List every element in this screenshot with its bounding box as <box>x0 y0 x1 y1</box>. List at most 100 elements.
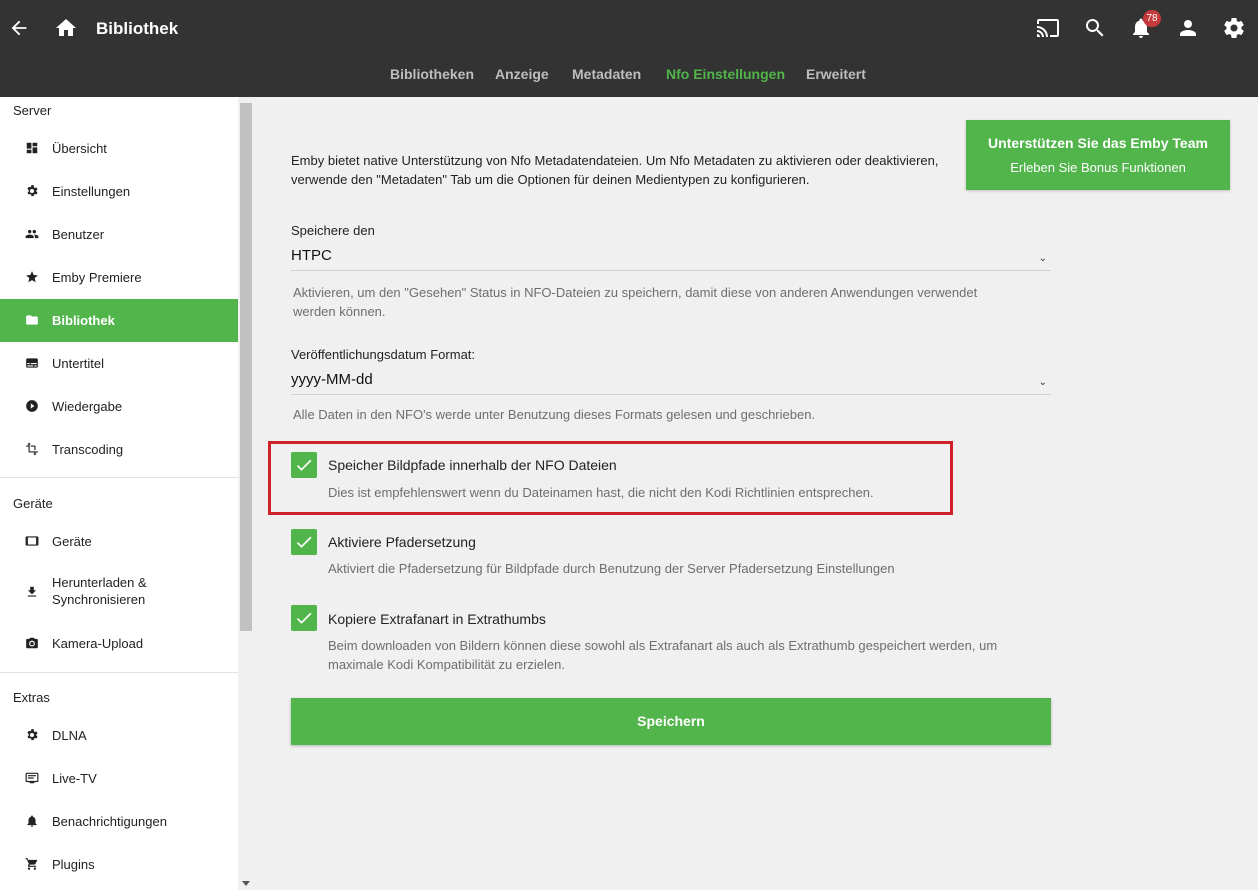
tab-bibliotheken[interactable]: Bibliotheken <box>390 66 474 82</box>
play-circle-icon <box>26 400 38 412</box>
header-toolbar: Bibliothek 78 <box>0 0 1258 58</box>
tab-metadaten[interactable]: Metadaten <box>572 66 641 82</box>
sidebar-section-extras: Extras <box>13 690 50 705</box>
support-emby-button[interactable]: Unterstützen Sie das Emby Team Erleben S… <box>966 120 1230 190</box>
bell-icon <box>27 815 37 827</box>
sidebar-item-label: Kamera-Upload <box>52 636 144 651</box>
camera-icon <box>26 637 38 649</box>
checkbox-description: Aktiviert die Pfadersetzung für Bildpfad… <box>328 561 895 576</box>
chevron-down-icon: ⌄ <box>1038 377 1047 388</box>
date-format-description: Alle Daten in den NFO's werde unter Benu… <box>293 407 816 422</box>
star-icon <box>26 271 38 283</box>
tab-erweitert[interactable]: Erweitert <box>806 66 866 82</box>
subtitles-icon <box>26 358 38 368</box>
sidebar-item-label: Benachrichtigungen <box>52 814 167 829</box>
save-for-value: HTPC <box>291 247 332 264</box>
sidebar-item-label: Geräte <box>52 534 92 549</box>
description-line: Aktivieren, um den "Gesehen" Status in N… <box>293 285 978 300</box>
checkbox-save-image-paths[interactable] <box>291 452 317 478</box>
folder-icon <box>26 315 38 325</box>
intro-line-1: Emby bietet native Unterstützung von Nfo… <box>291 153 939 168</box>
chevron-down-icon: ⌄ <box>1038 253 1047 264</box>
app-header: Bibliothek 78 Bibliotheken Anzeige Metad… <box>0 0 1258 97</box>
description-line: Beim downloaden von Bildern können diese… <box>328 638 998 653</box>
sidebar-item-einstellungen[interactable]: Einstellungen <box>0 170 238 213</box>
gear-icon[interactable] <box>1222 16 1246 40</box>
save-for-label: Speichere den <box>291 223 375 238</box>
sidebar-item-emby-premiere[interactable]: Emby Premiere <box>0 256 238 299</box>
back-arrow-icon[interactable] <box>8 16 30 40</box>
sidebar-item-benutzer[interactable]: Benutzer <box>0 213 238 256</box>
sidebar-section-server: Server <box>13 103 52 118</box>
checkbox-description: Beim downloaden von Bildern können diese… <box>328 636 1088 674</box>
sidebar-item-bibliothek[interactable]: Bibliothek <box>0 299 238 342</box>
home-icon[interactable] <box>54 16 78 40</box>
sidebar: Server Übersicht Einstellungen Benutzer … <box>0 97 238 890</box>
checkbox-description: Dies ist empfehlenswert wenn du Dateinam… <box>328 485 874 500</box>
sidebar-section-devices: Geräte <box>13 496 53 511</box>
tv-icon <box>25 772 39 784</box>
notification-badge: 78 <box>1143 10 1161 27</box>
save-button[interactable]: Speichern <box>291 698 1051 745</box>
highlight-box <box>268 441 953 515</box>
checkbox-label[interactable]: Aktiviere Pfadersetzung <box>328 534 476 550</box>
intro-line-2: verwende den "Metadaten" Tab um die Opti… <box>291 172 810 187</box>
sidebar-divider <box>0 477 238 478</box>
save-for-description: Aktivieren, um den "Gesehen" Status in N… <box>293 283 1053 321</box>
cart-icon <box>25 858 38 870</box>
description-line: werden können. <box>293 304 386 319</box>
sidebar-item-label: Bibliothek <box>52 313 115 328</box>
sidebar-item-uebersicht[interactable]: Übersicht <box>0 127 238 170</box>
checkbox-label[interactable]: Kopiere Extrafanart in Extrathumbs <box>328 611 546 627</box>
sidebar-item-label: Wiedergabe <box>52 399 123 414</box>
date-format-select[interactable]: yyyy-MM-dd ⌄ <box>291 369 1051 395</box>
sidebar-item-dlna[interactable]: DLNA <box>0 714 238 757</box>
sidebar-item-wiedergabe[interactable]: Wiedergabe <box>0 385 238 428</box>
tablet-icon <box>25 536 39 546</box>
sidebar-item-herunterladen[interactable]: Herunterladen & Synchronisieren <box>0 567 238 617</box>
scrollbar-thumb[interactable] <box>240 103 252 631</box>
tab-anzeige[interactable]: Anzeige <box>495 66 549 82</box>
checkmark-icon <box>296 536 312 548</box>
support-subtitle: Erleben Sie Bonus Funktionen <box>1010 160 1186 175</box>
checkbox-path-substitution[interactable] <box>291 529 317 555</box>
search-icon[interactable] <box>1083 16 1107 40</box>
save-for-select[interactable]: HTPC ⌄ <box>291 245 1051 271</box>
date-format-label: Veröffentlichungsdatum Format: <box>291 347 476 362</box>
sidebar-item-label: Untertitel <box>52 356 105 371</box>
sidebar-item-transcoding[interactable]: Transcoding <box>0 428 238 471</box>
sidebar-item-label: Einstellungen <box>52 184 131 199</box>
date-format-value: yyyy-MM-dd <box>291 371 373 388</box>
cast-icon[interactable] <box>1036 16 1060 40</box>
download-icon <box>27 586 37 597</box>
transform-icon <box>26 442 38 456</box>
sidebar-item-benachrichtigungen[interactable]: Benachrichtigungen <box>0 800 238 843</box>
sidebar-item-label: Live-TV <box>52 771 97 786</box>
sidebar-scrollbar[interactable] <box>238 97 254 890</box>
sidebar-item-geraete[interactable]: Geräte <box>0 520 238 563</box>
sidebar-item-untertitel[interactable]: Untertitel <box>0 342 238 385</box>
settings-icon <box>27 185 38 197</box>
dashboard-icon <box>26 142 38 154</box>
sidebar-item-live-tv[interactable]: Live-TV <box>0 757 238 800</box>
checkmark-icon <box>296 612 312 624</box>
support-title: Unterstützen Sie das Emby Team <box>988 135 1208 151</box>
sidebar-item-label: Transcoding <box>52 442 124 457</box>
sidebar-item-label: Herunterladen & Synchronisieren <box>52 575 147 607</box>
settings-icon <box>27 729 38 741</box>
user-icon[interactable] <box>1176 16 1200 40</box>
sidebar-item-plugins[interactable]: Plugins <box>0 843 238 886</box>
sidebar-item-label: Übersicht <box>52 141 107 156</box>
checkbox-copy-extrafanart[interactable] <box>291 605 317 631</box>
sidebar-item-kamera-upload[interactable]: Kamera-Upload <box>0 622 238 665</box>
people-icon <box>25 229 39 239</box>
sidebar-divider <box>0 672 238 673</box>
sidebar-item-label: Emby Premiere <box>52 270 142 285</box>
scroll-down-arrow-icon[interactable] <box>242 881 250 886</box>
checkbox-label[interactable]: Speicher Bildpfade innerhalb der NFO Dat… <box>328 457 617 473</box>
tab-nfo-einstellungen[interactable]: Nfo Einstellungen <box>666 66 785 82</box>
sidebar-item-label: DLNA <box>52 728 87 743</box>
sidebar-item-label: Benutzer <box>52 227 105 242</box>
sidebar-item-label: Plugins <box>52 857 95 872</box>
checkmark-icon <box>296 459 312 471</box>
